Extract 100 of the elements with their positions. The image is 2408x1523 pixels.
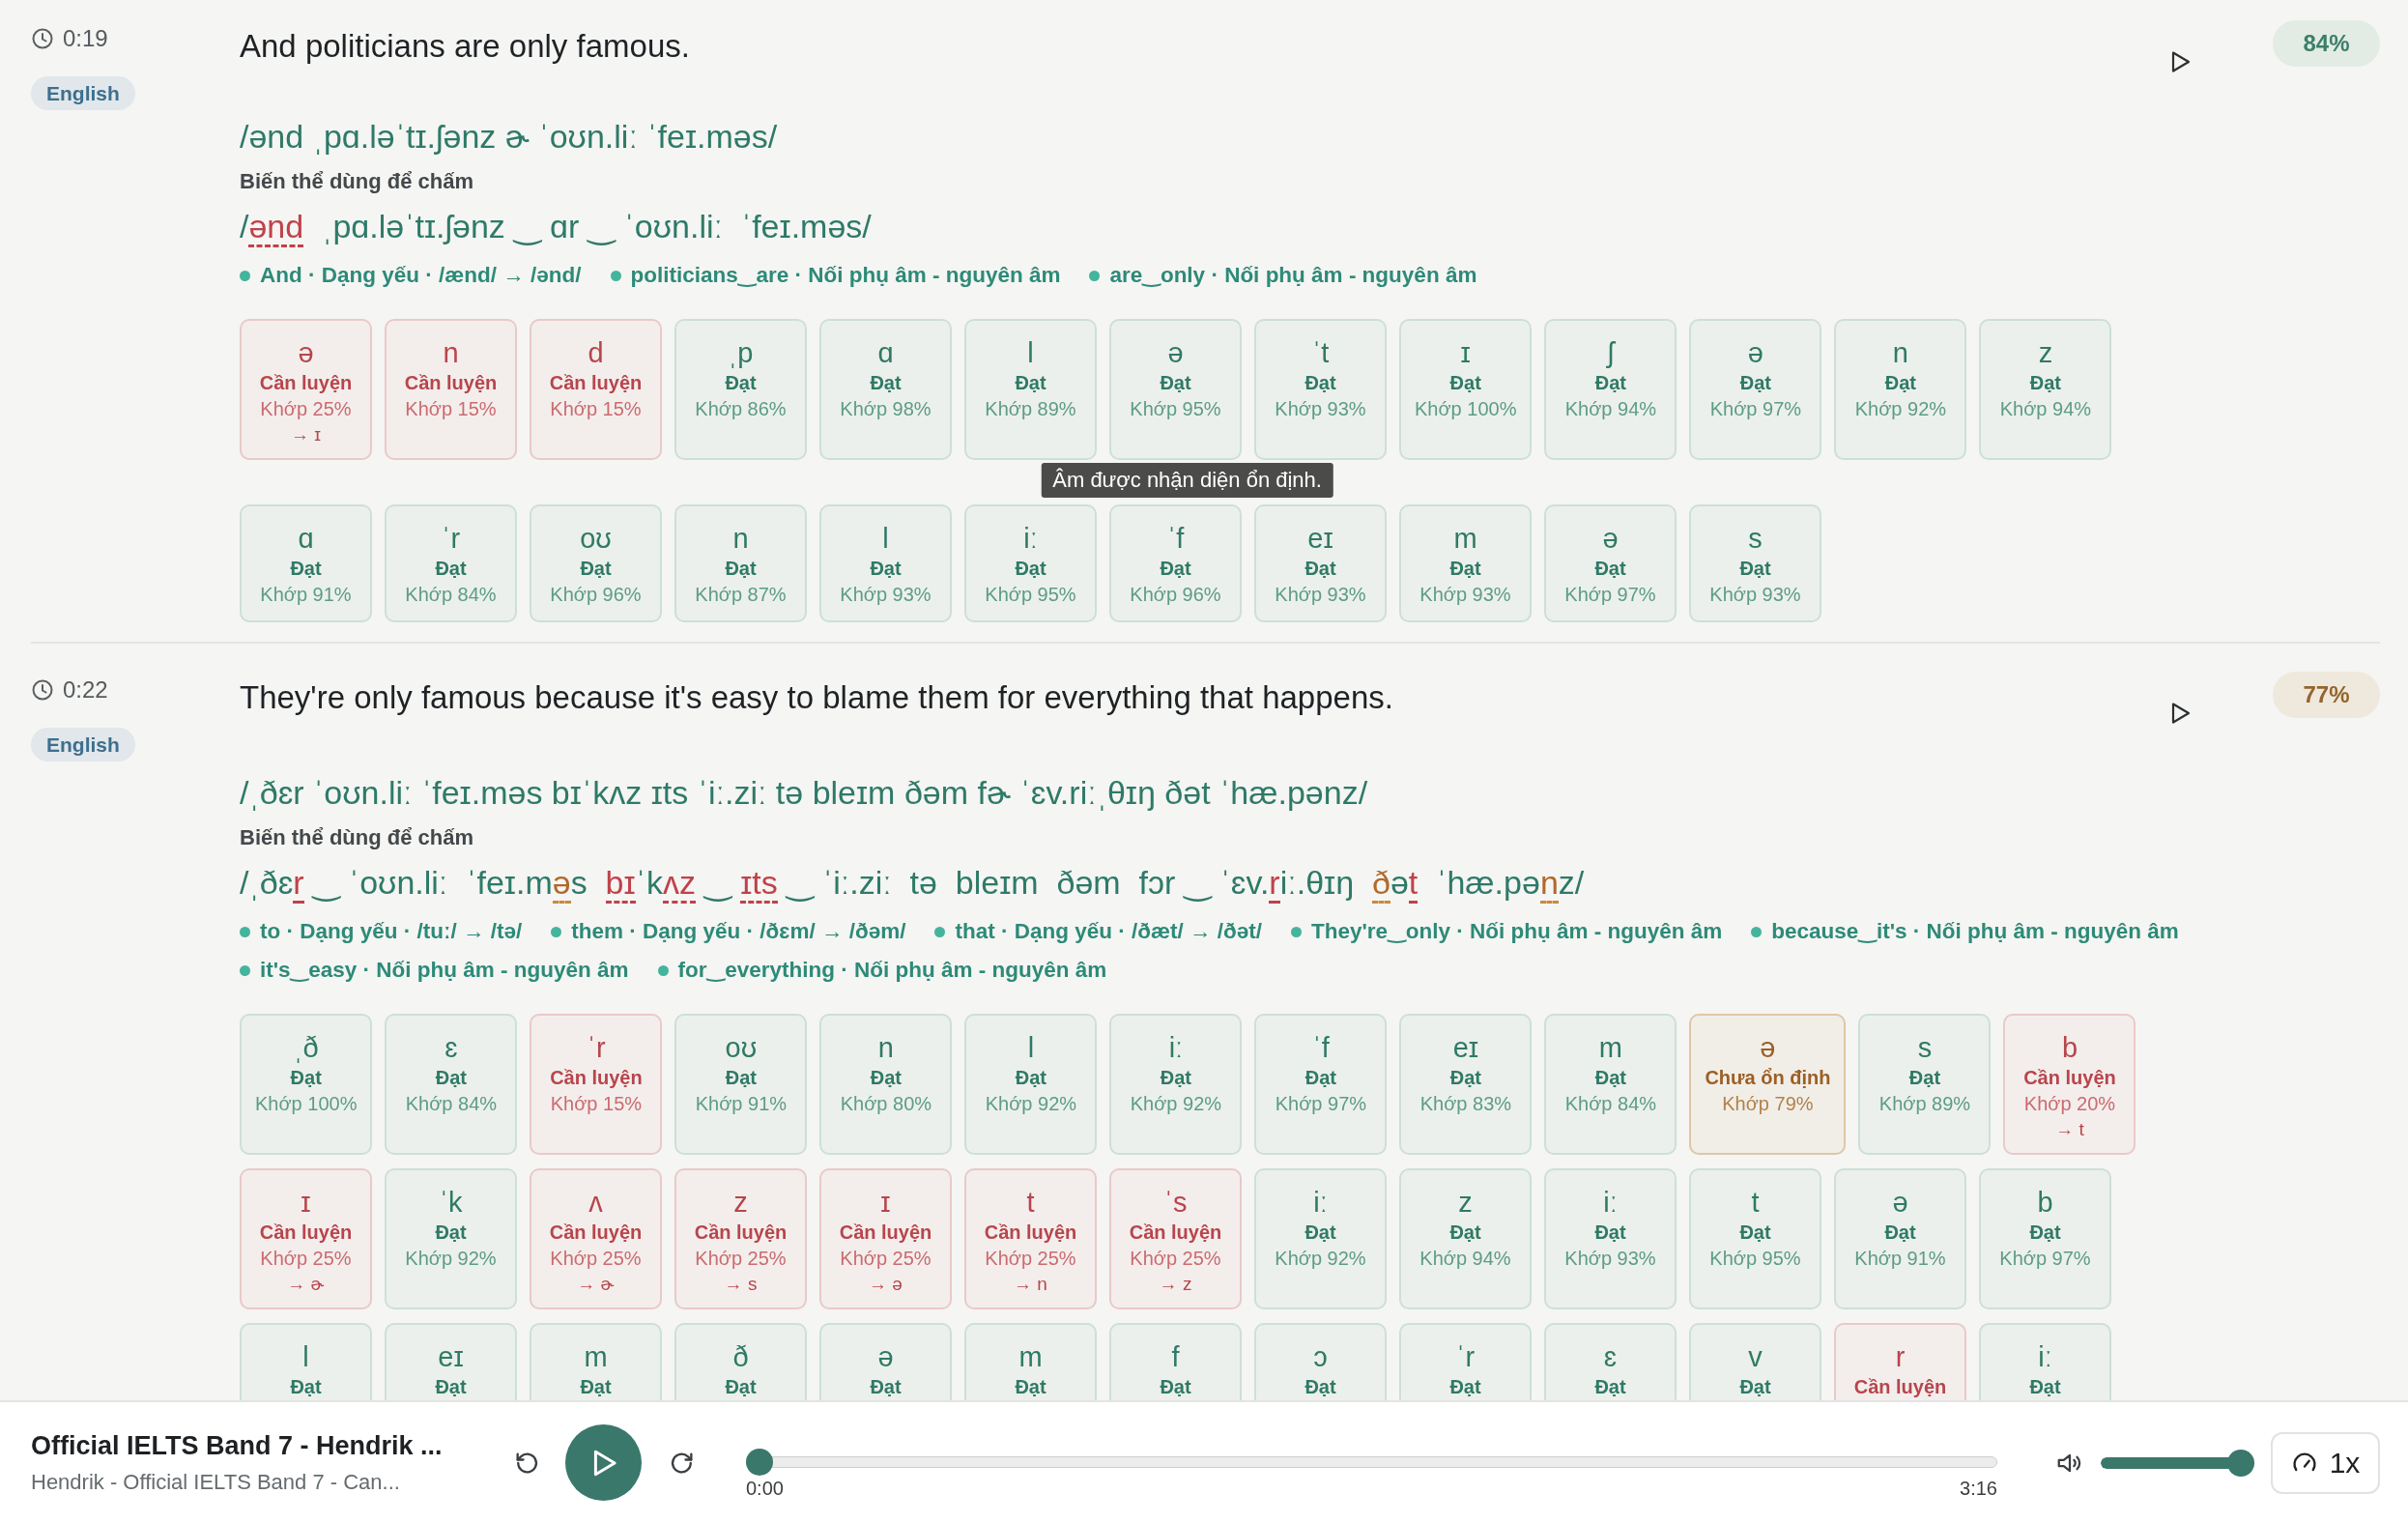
- variant-ipa-text: z/: [1558, 864, 1585, 901]
- phoneme-card[interactable]: ð Đạt: [674, 1323, 807, 1400]
- phoneme-card[interactable]: ˈk Đạt Khớp 92%: [385, 1168, 517, 1309]
- status-label: Cần luyện: [548, 1221, 644, 1244]
- phoneme-card[interactable]: f Đạt: [1109, 1323, 1242, 1400]
- phoneme-symbol: ˈs: [1162, 1186, 1189, 1220]
- phoneme-card[interactable]: ʃ Đạt Khớp 94%: [1544, 319, 1677, 460]
- phoneme-card[interactable]: ɪ Cần luyện Khớp 25% → ɚ: [240, 1168, 372, 1309]
- phoneme-card[interactable]: ʌ Cần luyện Khớp 25% → ɚ: [530, 1168, 662, 1309]
- phoneme-card[interactable]: ə Cần luyện Khớp 25% → ɪ: [240, 319, 372, 460]
- speed-button[interactable]: 1x: [2271, 1431, 2380, 1494]
- phoneme-card[interactable]: ˈf Đạt Khớp 97%: [1254, 1014, 1388, 1155]
- phoneme-card[interactable]: v Đạt: [1689, 1323, 1821, 1400]
- phoneme-card[interactable]: iː Đạt Khớp 95%: [964, 504, 1097, 622]
- phoneme-card[interactable]: oʊ Đạt Khớp 91%: [674, 1014, 808, 1155]
- phoneme-card[interactable]: b Đạt Khớp 97%: [1979, 1168, 2111, 1309]
- phoneme-card[interactable]: t Đạt Khớp 95%: [1689, 1168, 1821, 1309]
- phoneme-card[interactable]: iː Đạt Khớp 93%: [1544, 1168, 1677, 1309]
- phoneme-symbol: iː: [1022, 522, 1039, 556]
- status-label: Đạt: [724, 371, 758, 394]
- phoneme-card[interactable]: ə Đạt Khớp 97%: [1544, 504, 1677, 622]
- phoneme-card[interactable]: m Đạt: [530, 1323, 662, 1400]
- phoneme-card[interactable]: n Đạt Khớp 92%: [1834, 319, 1967, 460]
- status-label: Đạt: [1448, 557, 1482, 580]
- status-label: Cần luyện: [549, 1066, 644, 1089]
- phoneme-symbol: ɪ: [879, 1186, 892, 1220]
- phoneme-card[interactable]: iː Đạt Khớp 92%: [1254, 1168, 1387, 1309]
- track-subtitle: Hendrik - Official IELTS Band 7 - Can...: [31, 1468, 401, 1496]
- match-score: Khớp 96%: [1129, 583, 1222, 607]
- phoneme-card[interactable]: s Đạt Khớp 93%: [1689, 504, 1821, 622]
- progress-slider[interactable]: [746, 1448, 1997, 1476]
- phoneme-card[interactable]: l Đạt Khớp 89%: [964, 319, 1097, 460]
- phoneme-card[interactable]: ɑ Đạt Khớp 98%: [819, 319, 952, 460]
- phoneme-card[interactable]: ˌp Đạt Khớp 86%: [674, 319, 807, 460]
- phoneme-card[interactable]: z Cần luyện Khớp 25% → s: [674, 1168, 807, 1309]
- phoneme-symbol: l: [881, 522, 890, 556]
- variant-label: Biến thể dùng để chấm: [240, 824, 474, 851]
- match-score: Khớp 79%: [1721, 1092, 1815, 1116]
- phoneme-card[interactable]: ˈr Đạt: [1399, 1323, 1532, 1400]
- phoneme-card[interactable]: l Đạt Khớp 92%: [964, 1014, 1098, 1155]
- phoneme-card[interactable]: ɑ Đạt Khớp 91%: [240, 504, 372, 622]
- phoneme-card[interactable]: n Cần luyện Khớp 15%: [385, 319, 517, 460]
- phoneme-card[interactable]: ɔ Đạt: [1254, 1323, 1387, 1400]
- phoneme-card[interactable]: r Cần luyện: [1834, 1323, 1966, 1400]
- phoneme-card[interactable]: ˈr Đạt Khớp 84%: [385, 504, 517, 622]
- phoneme-card[interactable]: ˈs Cần luyện Khớp 25% → z: [1109, 1168, 1242, 1309]
- phoneme-card[interactable]: ˈf Đạt Khớp 96%: [1109, 504, 1242, 622]
- phoneme-card[interactable]: ə Chưa ổn định Khớp 79%: [1689, 1014, 1847, 1155]
- phoneme-symbol: ˈr: [440, 522, 462, 556]
- phoneme-card[interactable]: iː Đạt Khớp 92%: [1109, 1014, 1243, 1155]
- phoneme-card[interactable]: ˈr Cần luyện Khớp 15%: [530, 1014, 663, 1155]
- phoneme-card[interactable]: oʊ Đạt Khớp 96%: [530, 504, 662, 622]
- phoneme-card[interactable]: ɪ Đạt Khớp 100%: [1399, 319, 1533, 460]
- time-text: 0:22: [63, 676, 108, 704]
- phoneme-card[interactable]: s Đạt Khớp 89%: [1858, 1014, 1992, 1155]
- phoneme-card[interactable]: ə Đạt: [819, 1323, 952, 1400]
- phoneme-card[interactable]: ɛ Đạt: [1544, 1323, 1677, 1400]
- phoneme-card[interactable]: n Đạt Khớp 80%: [819, 1014, 953, 1155]
- phoneme-card[interactable]: ə Đạt Khớp 97%: [1689, 319, 1822, 460]
- phoneme-card[interactable]: eɪ Đạt: [385, 1323, 517, 1400]
- phoneme-symbol: z: [732, 1186, 749, 1220]
- match-score: Khớp 92%: [1129, 1092, 1223, 1116]
- status-label: Đạt: [1159, 1375, 1192, 1398]
- phoneme-card[interactable]: l Đạt Khớp 93%: [819, 504, 952, 622]
- pronunciation-note: them · Dạng yếu · /ðɛm/ → /ðəm/: [551, 912, 906, 951]
- phoneme-card[interactable]: m Đạt Khớp 93%: [1399, 504, 1532, 622]
- phoneme-card[interactable]: ˌð Đạt Khớp 100%: [240, 1014, 373, 1155]
- phoneme-card[interactable]: ə Đạt Khớp 91%: [1834, 1168, 1966, 1309]
- elapsed-time: 0:00: [746, 1476, 784, 1501]
- phoneme-symbol: l: [301, 1340, 310, 1374]
- phoneme-card[interactable]: n Đạt Khớp 87%: [674, 504, 807, 622]
- phoneme-card[interactable]: b Cần luyện Khớp 20% → t: [2003, 1014, 2136, 1155]
- variant-ipa-text: ð: [1371, 864, 1390, 904]
- volume-thumb[interactable]: [2227, 1449, 2254, 1477]
- phoneme-symbol: ˌp: [727, 336, 755, 370]
- phoneme-card[interactable]: z Đạt Khớp 94%: [1399, 1168, 1532, 1309]
- phoneme-symbol: ˈr: [1454, 1340, 1476, 1374]
- phoneme-card[interactable]: ɛ Đạt Khớp 84%: [385, 1014, 518, 1155]
- status-label: Đạt: [2028, 371, 2063, 394]
- status-label: Cần luyện: [548, 371, 644, 394]
- phoneme-card[interactable]: l Đạt: [240, 1323, 372, 1400]
- phoneme-card[interactable]: m Đạt Khớp 84%: [1544, 1014, 1677, 1155]
- phoneme-card[interactable]: iː Đạt: [1979, 1323, 2111, 1400]
- status-label: Đạt: [1738, 1221, 1772, 1244]
- phoneme-card[interactable]: d Cần luyện Khớp 15%: [530, 319, 662, 460]
- phoneme-card[interactable]: eɪ Đạt Khớp 93%: [1254, 504, 1387, 622]
- progress-thumb[interactable]: [746, 1448, 773, 1476]
- phoneme-card[interactable]: ɪ Cần luyện Khớp 25% → ə: [819, 1168, 952, 1309]
- match-score: Khớp 25%: [984, 1247, 1077, 1271]
- phoneme-symbol: d: [587, 336, 605, 370]
- phoneme-card[interactable]: m Đạt: [964, 1323, 1097, 1400]
- variant-ipa-text: ‿: [702, 864, 733, 901]
- heard-sound: → n: [1013, 1273, 1048, 1296]
- phoneme-card[interactable]: eɪ Đạt Khớp 83%: [1399, 1014, 1533, 1155]
- pronunciation-note: They're‿only · Nối phụ âm - nguyên âm: [1291, 912, 1723, 951]
- phoneme-card[interactable]: z Đạt Khớp 94%: [1979, 319, 2112, 460]
- phoneme-card[interactable]: ˈt Đạt Khớp 93%: [1254, 319, 1387, 460]
- pronunciation-note: to · Dạng yếu · /tuː/ → /tə/: [240, 912, 523, 951]
- volume-slider[interactable]: [2101, 1449, 2254, 1477]
- phoneme-card[interactable]: t Cần luyện Khớp 25% → n: [964, 1168, 1097, 1309]
